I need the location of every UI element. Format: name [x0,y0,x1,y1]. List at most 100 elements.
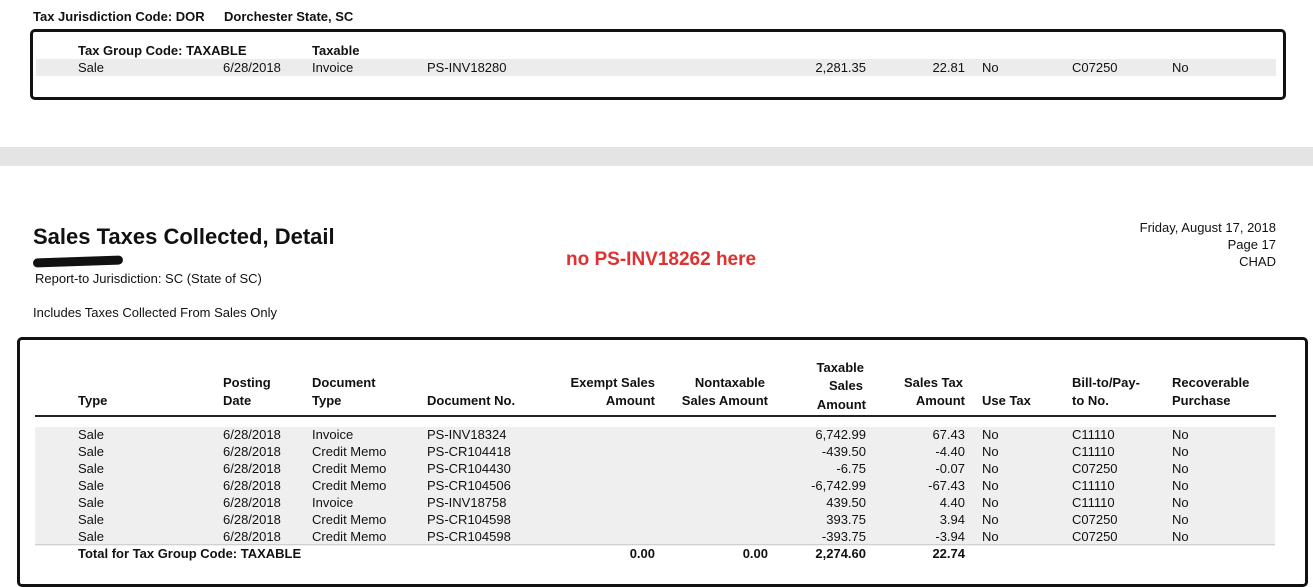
cell-docno: PS-CR104506 [427,478,511,493]
cell-taxable: 2,281.35 [815,60,866,75]
cell-taxable: 439.50 [826,495,866,510]
cell-tax: 22.81 [932,60,965,75]
header-doc-type-1: Document [312,375,376,390]
cell-recoverable: No [1172,495,1189,510]
cell-taxable: -6.75 [836,461,866,476]
cell-type: Sale [78,478,105,493]
cell-taxable: -393.75 [821,529,866,544]
cell-usetax: No [982,529,999,544]
cell-docno: PS-INV18324 [427,427,507,442]
cell-date: 6/28/2018 [223,60,281,75]
cell-billto: C07250 [1072,461,1118,476]
cell-tax: -0.07 [935,461,965,476]
cell-date: 6/28/2018 [223,461,281,476]
cell-tax: 3.94 [939,512,965,527]
header-taxable-3: Amount [816,397,866,412]
header-underline [35,415,1276,417]
cell-usetax: No [982,461,999,476]
cell-type: Sale [78,512,105,527]
cell-recoverable: No [1172,529,1189,544]
cell-doctype: Credit Memo [312,444,387,459]
report-title: Sales Taxes Collected, Detail [33,224,335,249]
report-to-jurisdiction: Report-to Jurisdiction: SC (State of SC) [35,271,262,286]
header-nontaxable-2: Sales Amount [681,393,768,408]
total-exempt: 0.00 [629,546,655,561]
cell-date: 6/28/2018 [223,495,281,510]
page-break-divider [0,147,1313,166]
header-use-tax: Use Tax [982,393,1031,408]
jurisdiction-name: Dorchester State, SC [224,9,354,24]
total-sales-tax: 22.74 [932,546,965,561]
total-taxable: 2,274.60 [815,546,866,561]
cell-tax: -67.43 [928,478,965,493]
cell-tax: 67.43 [932,427,965,442]
page-number: Page 17 [1227,237,1276,252]
cell-doctype: Credit Memo [312,478,387,493]
cell-recoverable: No [1172,60,1189,75]
cell-usetax: No [982,478,999,493]
cell-doctype: Credit Memo [312,529,387,544]
cell-docno: PS-CR104598 [427,512,511,527]
cell-billto: C11110 [1072,478,1115,493]
header-sales-tax-1: Sales Tax [903,375,963,390]
header-taxable-1: Taxable [816,360,864,375]
cell-taxable: 6,742.99 [815,427,866,442]
header-sales-tax-2: Amount [915,393,965,408]
cell-docno: PS-INV18280 [427,60,507,75]
cell-doctype: Invoice [312,495,354,510]
report-date: Friday, August 17, 2018 [1139,220,1276,235]
cell-recoverable: No [1172,444,1189,459]
total-separator [35,544,1275,545]
report-user: CHAD [1239,254,1276,269]
cell-recoverable: No [1172,461,1189,476]
cell-tax: -3.94 [935,529,965,544]
cell-date: 6/28/2018 [223,478,281,493]
header-recoverable-2: Purchase [1172,393,1231,408]
header-posting-date-2: Date [223,393,252,408]
cell-taxable: -439.50 [821,444,866,459]
cell-usetax: No [982,60,999,75]
cell-tax: -4.40 [935,444,965,459]
cell-docno: PS-INV18758 [427,495,507,510]
cell-date: 6/28/2018 [223,444,281,459]
header-taxable-2: Sales [829,378,863,393]
header-nontaxable-1: Nontaxable [694,375,765,390]
cell-usetax: No [982,444,999,459]
header-doc-no: Document No. [427,393,516,408]
header-exempt-1: Exempt Sales [570,375,655,390]
cell-billto: C11110 [1072,444,1115,459]
top-group-name: Taxable [312,43,360,58]
cell-billto: C07250 [1072,529,1118,544]
header-bill-to-2: to No. [1072,393,1109,408]
cell-doctype: Credit Memo [312,512,387,527]
cell-doctype: Credit Memo [312,461,387,476]
cell-type: Sale [78,461,105,476]
jurisdiction-code: Tax Jurisdiction Code: DOR [33,9,205,24]
cell-billto: C07250 [1072,60,1118,75]
cell-billto: C11110 [1072,495,1115,510]
header-doc-type-2: Type [312,393,342,408]
cell-recoverable: No [1172,478,1189,493]
total-nontaxable: 0.00 [742,546,768,561]
redaction-scribble [32,255,124,268]
annotation-note: no PS-INV18262 here [566,249,757,270]
header-exempt-2: Amount [605,393,655,408]
cell-type: Sale [78,495,105,510]
cell-docno: PS-CR104418 [427,444,511,459]
cell-doctype: Invoice [312,427,354,442]
cell-type: Sale [78,427,105,442]
cell-usetax: No [982,427,999,442]
cell-type: Sale [78,444,105,459]
cell-billto: C07250 [1072,512,1118,527]
header-type: Type [78,393,108,408]
cell-tax: 4.40 [939,495,965,510]
cell-recoverable: No [1172,512,1189,527]
header-posting-date-1: Posting [223,375,271,390]
header-bill-to-1: Bill-to/Pay- [1072,375,1140,390]
cell-date: 6/28/2018 [223,427,281,442]
total-label: Total for Tax Group Code: TAXABLE [78,546,302,561]
cell-recoverable: No [1172,427,1189,442]
includes-note: Includes Taxes Collected From Sales Only [33,305,277,320]
cell-usetax: No [982,512,999,527]
cell-billto: C11110 [1072,427,1115,442]
